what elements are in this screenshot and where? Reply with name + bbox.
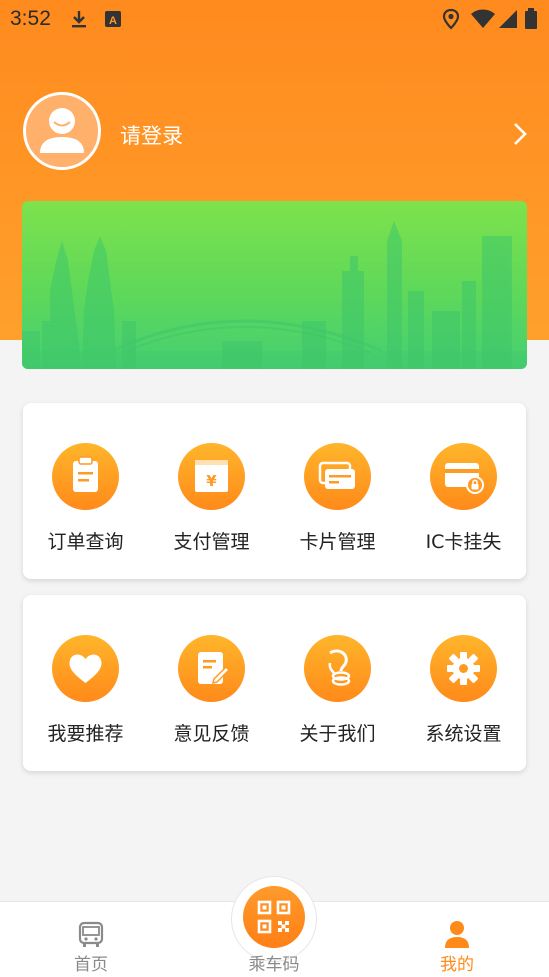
svg-text:¥: ¥ bbox=[206, 472, 217, 490]
menu-item-system-settings[interactable]: 系统设置 bbox=[401, 595, 526, 771]
menu-item-about-us[interactable]: 关于我们 bbox=[275, 595, 400, 771]
menu-item-label: 支付管理 bbox=[173, 531, 250, 553]
wifi-icon bbox=[471, 9, 495, 28]
menu-item-label: 意见反馈 bbox=[173, 723, 250, 745]
login-prompt[interactable]: 请登录 bbox=[120, 120, 183, 150]
menu-item-label: 卡片管理 bbox=[299, 531, 376, 553]
yuan-wallet-icon: ¥ bbox=[178, 443, 245, 510]
menu-item-order-query[interactable]: 订单查询 bbox=[23, 403, 148, 579]
qr-code-icon bbox=[257, 900, 291, 934]
order-clipboard-icon bbox=[52, 443, 119, 510]
menu-item-ic-card-loss[interactable]: IC卡挂失 bbox=[401, 403, 526, 579]
menu-item-label: 我要推荐 bbox=[47, 723, 124, 745]
bus-icon bbox=[78, 921, 104, 947]
battery-icon bbox=[525, 8, 537, 29]
user-icon bbox=[445, 921, 469, 948]
nav-tab-home[interactable]: 首页 bbox=[31, 902, 151, 977]
nav-tab-home-label: 首页 bbox=[74, 955, 108, 975]
download-icon bbox=[72, 11, 86, 28]
menu-item-label: 关于我们 bbox=[299, 723, 376, 745]
nav-tab-qr-label[interactable]: 乘车码 bbox=[214, 950, 334, 975]
menu-item-label: 系统设置 bbox=[425, 723, 502, 745]
menu-item-payment-management[interactable]: ¥ 支付管理 bbox=[149, 403, 274, 579]
status-time: 3:52 bbox=[10, 7, 51, 30]
cards-icon bbox=[304, 443, 371, 510]
card-lock-icon bbox=[430, 443, 497, 510]
menu-item-recommend[interactable]: 我要推荐 bbox=[23, 595, 148, 771]
menu-card-services: 订单查询 ¥ 支付管理 卡片管理 IC卡挂失 bbox=[23, 403, 526, 579]
menu-card-others: 我要推荐 意见反馈 关于我们 系统设置 bbox=[23, 595, 526, 771]
gear-icon bbox=[430, 635, 497, 702]
nav-tab-mine[interactable]: 我的 bbox=[397, 902, 517, 977]
signal-icon bbox=[499, 10, 517, 28]
menu-item-card-management[interactable]: 卡片管理 bbox=[275, 403, 400, 579]
nav-tab-mine-label: 我的 bbox=[440, 955, 474, 975]
status-bar: 3:52 A bbox=[0, 0, 549, 38]
banner-skyline[interactable] bbox=[22, 201, 527, 369]
avatar[interactable] bbox=[23, 92, 101, 170]
chevron-right-icon[interactable] bbox=[508, 120, 532, 148]
city-skyline-illustration bbox=[22, 221, 527, 369]
user-avatar-icon bbox=[40, 108, 84, 153]
svg-text:A: A bbox=[109, 15, 117, 27]
qr-code-button[interactable] bbox=[243, 886, 305, 948]
about-icon bbox=[304, 635, 371, 702]
feedback-edit-icon bbox=[178, 635, 245, 702]
menu-item-label: IC卡挂失 bbox=[425, 531, 502, 553]
menu-item-feedback[interactable]: 意见反馈 bbox=[149, 595, 274, 771]
location-icon bbox=[442, 8, 460, 30]
heart-icon bbox=[52, 635, 119, 702]
a-icon: A bbox=[105, 11, 121, 27]
menu-item-label: 订单查询 bbox=[47, 531, 124, 553]
